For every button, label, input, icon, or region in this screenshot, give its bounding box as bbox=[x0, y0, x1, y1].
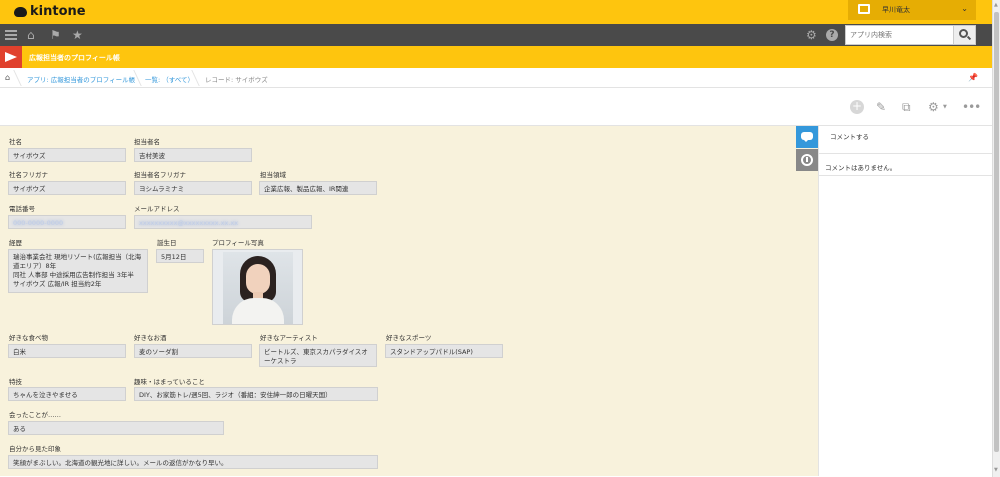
field-value-phone: 000-0000-0000 bbox=[8, 215, 126, 229]
comments-panel: コメントする コメントはありません。 bbox=[818, 126, 993, 476]
record-toolbar: + ✎ ⧉ ⚙ ▼ ••• bbox=[0, 88, 992, 126]
app-root: kintone 早川竜太 ⌄ ⌂ ⚑ ★ ⚙ ? 広報担当者のプロフィール帳 ⌂ bbox=[0, 0, 1000, 477]
app-title[interactable]: 広報担当者のプロフィール帳 bbox=[29, 53, 120, 63]
no-comments-text: コメントはありません。 bbox=[825, 164, 897, 172]
search-input[interactable] bbox=[846, 26, 954, 44]
field-label-met: 会ったことが…… bbox=[9, 411, 61, 419]
field-value-met: ある bbox=[8, 421, 224, 435]
field-label-company: 社名 bbox=[9, 138, 22, 146]
comment-input[interactable]: コメントする bbox=[819, 126, 993, 154]
field-value-domain: 企業広報、製品広報、IR関連 bbox=[259, 181, 377, 195]
edit-icon[interactable]: ✎ bbox=[876, 100, 886, 114]
divider bbox=[819, 175, 993, 176]
comments-tab[interactable] bbox=[796, 126, 818, 148]
field-value-career: 瑞治事業会社 現地リゾート(広報担当（北海 道エリア）8年 同社 人事部 中途採… bbox=[8, 249, 148, 293]
field-label-sport: 好きなスポーツ bbox=[386, 334, 432, 342]
field-label-company-kana: 社名フリガナ bbox=[9, 171, 48, 179]
top-header: kintone 早川竜太 ⌄ bbox=[0, 0, 1000, 24]
user-name: 早川竜太 bbox=[882, 6, 910, 14]
field-label-phone: 電話番号 bbox=[9, 205, 35, 213]
home-icon[interactable]: ⌂ bbox=[27, 28, 35, 42]
field-label-person-kana: 担当者名フリガナ bbox=[134, 171, 186, 179]
duplicate-icon[interactable]: ⧉ bbox=[902, 100, 911, 114]
scroll-down-arrow-icon[interactable]: ▼ bbox=[994, 467, 998, 473]
profile-photo[interactable] bbox=[223, 252, 293, 324]
gear-icon[interactable]: ⚙ bbox=[806, 28, 817, 42]
kintone-logo-icon bbox=[14, 6, 27, 17]
field-value-person-kana: ヨシムラミナミ bbox=[134, 181, 252, 195]
star-icon[interactable]: ★ bbox=[72, 28, 83, 42]
page-scrollbar[interactable]: ▲ ▼ bbox=[992, 0, 1000, 477]
field-label-skill: 特技 bbox=[9, 378, 22, 386]
field-value-hobby: DIY、お家筋トレ/週5回、ラジオ（番組：安住紳一郎の日曜天国） bbox=[134, 387, 378, 401]
field-label-impression: 自分から見た印象 bbox=[9, 445, 61, 453]
menu-icon[interactable] bbox=[5, 30, 17, 42]
field-value-impression: 笑顔がまぶしい。北海道の観光地に詳しい。メールの返信がかなり早い。 bbox=[8, 455, 378, 469]
scroll-thumb[interactable] bbox=[994, 12, 999, 452]
settings-gear-icon[interactable]: ⚙ bbox=[928, 100, 939, 114]
field-label-person: 担当者名 bbox=[134, 138, 160, 146]
field-label-drink: 好きなお酒 bbox=[134, 334, 167, 342]
settings-caret-icon[interactable]: ▼ bbox=[943, 104, 947, 110]
breadcrumb-app[interactable]: アプリ: 広報担当者のプロフィール帳 bbox=[27, 74, 135, 84]
record-detail: 社名 サイボウズ 担当者名 吉村美波 社名フリガナ サイボウズ 担当者名フリガナ… bbox=[0, 126, 818, 476]
scroll-up-arrow-icon[interactable]: ▲ bbox=[994, 2, 998, 8]
kintone-logo[interactable]: kintone bbox=[14, 4, 86, 19]
global-nav: ⌂ ⚑ ★ ⚙ ? bbox=[0, 24, 1000, 46]
history-tab[interactable] bbox=[796, 149, 818, 171]
field-label-domain: 担当領域 bbox=[260, 171, 286, 179]
field-label-artist: 好きなアーティスト bbox=[260, 334, 318, 342]
field-value-drink: 麦のソーダ割 bbox=[134, 344, 252, 358]
pin-icon[interactable]: 📌 bbox=[968, 73, 978, 82]
field-value-email: xxxxxxxxxx@xxxxxxxxx.xx.xx bbox=[134, 215, 312, 229]
app-icon bbox=[0, 46, 22, 68]
megaphone-icon bbox=[5, 52, 17, 62]
breadcrumb-record: レコード: サイボウズ bbox=[205, 76, 268, 84]
user-avatar-icon bbox=[858, 4, 870, 14]
app-search bbox=[845, 25, 976, 45]
field-value-food: 白米 bbox=[8, 344, 126, 358]
help-icon[interactable]: ? bbox=[826, 29, 838, 41]
field-label-food: 好きな食べ物 bbox=[9, 334, 48, 342]
bell-icon[interactable]: ⚑ bbox=[50, 28, 61, 42]
search-button[interactable] bbox=[953, 26, 975, 44]
field-value-sport: スタンドアップパドル(SAP) bbox=[385, 344, 503, 358]
field-value-person: 吉村美波 bbox=[134, 148, 252, 162]
field-label-career: 経歴 bbox=[9, 239, 22, 247]
add-record-button[interactable]: + bbox=[850, 100, 864, 114]
field-label-hobby: 趣味・はまっていること bbox=[134, 378, 205, 386]
field-value-skill: ちゃんを泣きやませる bbox=[8, 387, 126, 401]
field-value-company-kana: サイボウズ bbox=[8, 181, 126, 195]
field-value-birthday: 5月12日 bbox=[156, 249, 204, 263]
breadcrumb: ⌂ アプリ: 広報担当者のプロフィール帳 一覧: （すべて） レコード: サイボ… bbox=[0, 68, 992, 88]
user-menu[interactable]: 早川竜太 ⌄ bbox=[848, 0, 976, 20]
profile-photo-field[interactable] bbox=[212, 249, 303, 325]
app-header: 広報担当者のプロフィール帳 bbox=[0, 46, 992, 68]
chevron-down-icon: ⌄ bbox=[961, 4, 968, 13]
more-options-icon[interactable]: ••• bbox=[962, 100, 981, 114]
field-value-company: サイボウズ bbox=[8, 148, 126, 162]
field-label-birthday: 誕生日 bbox=[157, 239, 177, 247]
field-label-photo: プロフィール写真 bbox=[212, 239, 264, 247]
field-value-artist: ビートルズ、東京スカパラダイスオ ーケストラ bbox=[259, 344, 377, 367]
logo-text: kintone bbox=[30, 4, 86, 19]
field-label-email: メールアドレス bbox=[134, 205, 180, 213]
